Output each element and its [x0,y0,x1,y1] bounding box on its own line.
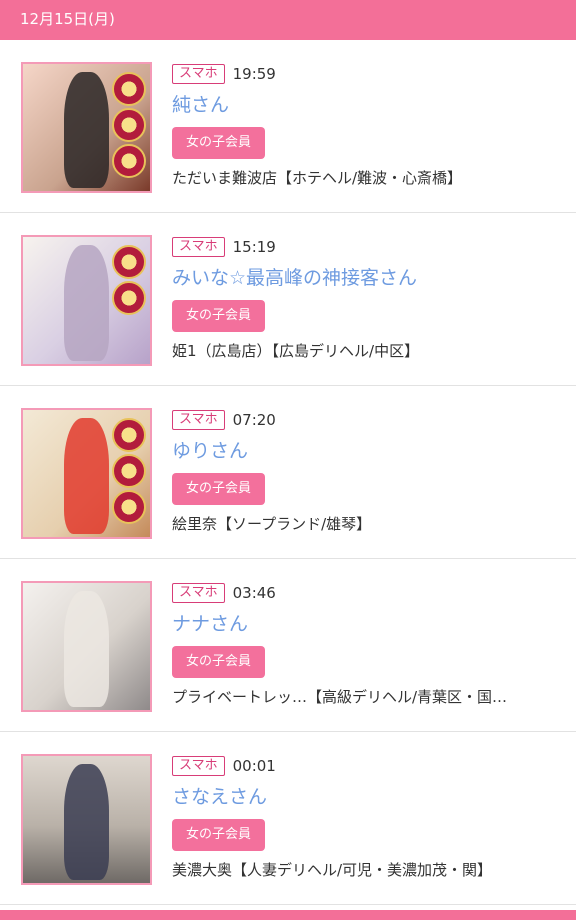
member-badge: 女の子会員 [172,127,266,159]
profile-photo[interactable] [21,581,152,712]
access-time: 19:59 [232,65,276,83]
access-time: 00:01 [232,757,276,775]
access-time: 15:19 [232,238,276,256]
profile-photo[interactable] [21,235,152,366]
member-badge: 女の子会員 [172,819,266,851]
girl-name-link[interactable]: さなえさん [172,785,566,809]
member-badge: 女の子会員 [172,646,266,678]
girl-name-link[interactable]: 純さん [172,93,566,117]
shop-info: プライベートレッ…【高級デリヘル/青葉区・国… [172,688,508,706]
profile-photo[interactable] [21,62,152,193]
device-tag: スマホ [172,756,225,776]
list-item[interactable]: スマホ 15:19 みいな☆最高峰の神接客さん 女の子会員 姫1（広島店）【広島… [0,213,576,386]
device-tag: スマホ [172,237,225,257]
girl-name-link[interactable]: ナナさん [172,612,566,636]
access-list: スマホ 19:59 純さん 女の子会員 ただいま難波店【ホテヘル/難波・心斎橋】… [0,40,576,905]
girl-name-link[interactable]: みいな☆最高峰の神接客さん [172,266,566,290]
access-time: 07:20 [232,411,276,429]
girl-name-link[interactable]: ゆりさん [172,439,566,463]
date-label: 12月15日(月) [20,10,115,28]
device-tag: スマホ [172,410,225,430]
shop-info: 絵里奈【ソープランド/雄琴】 [172,515,372,533]
date-header: 12月15日(月) [0,0,576,40]
list-item[interactable]: スマホ 07:20 ゆりさん 女の子会員 絵里奈【ソープランド/雄琴】 [0,386,576,559]
profile-photo[interactable] [21,754,152,885]
list-item[interactable]: スマホ 00:01 さなえさん 女の子会員 美濃大奥【人妻デリヘル/可児・美濃加… [0,732,576,905]
access-time: 03:46 [232,584,276,602]
device-tag: スマホ [172,583,225,603]
device-tag: スマホ [172,64,225,84]
shop-info: 姫1（広島店）【広島デリヘル/中区】 [172,342,420,360]
footer-bar [0,910,576,920]
shop-info: 美濃大奥【人妻デリヘル/可児・美濃加茂・関】 [172,861,493,879]
member-badge: 女の子会員 [172,300,266,332]
shop-info: ただいま難波店【ホテヘル/難波・心斎橋】 [172,169,463,187]
list-item[interactable]: スマホ 03:46 ナナさん 女の子会員 プライベートレッ…【高級デリヘル/青葉… [0,559,576,732]
list-item[interactable]: スマホ 19:59 純さん 女の子会員 ただいま難波店【ホテヘル/難波・心斎橋】 [0,40,576,213]
profile-photo[interactable] [21,408,152,539]
member-badge: 女の子会員 [172,473,266,505]
